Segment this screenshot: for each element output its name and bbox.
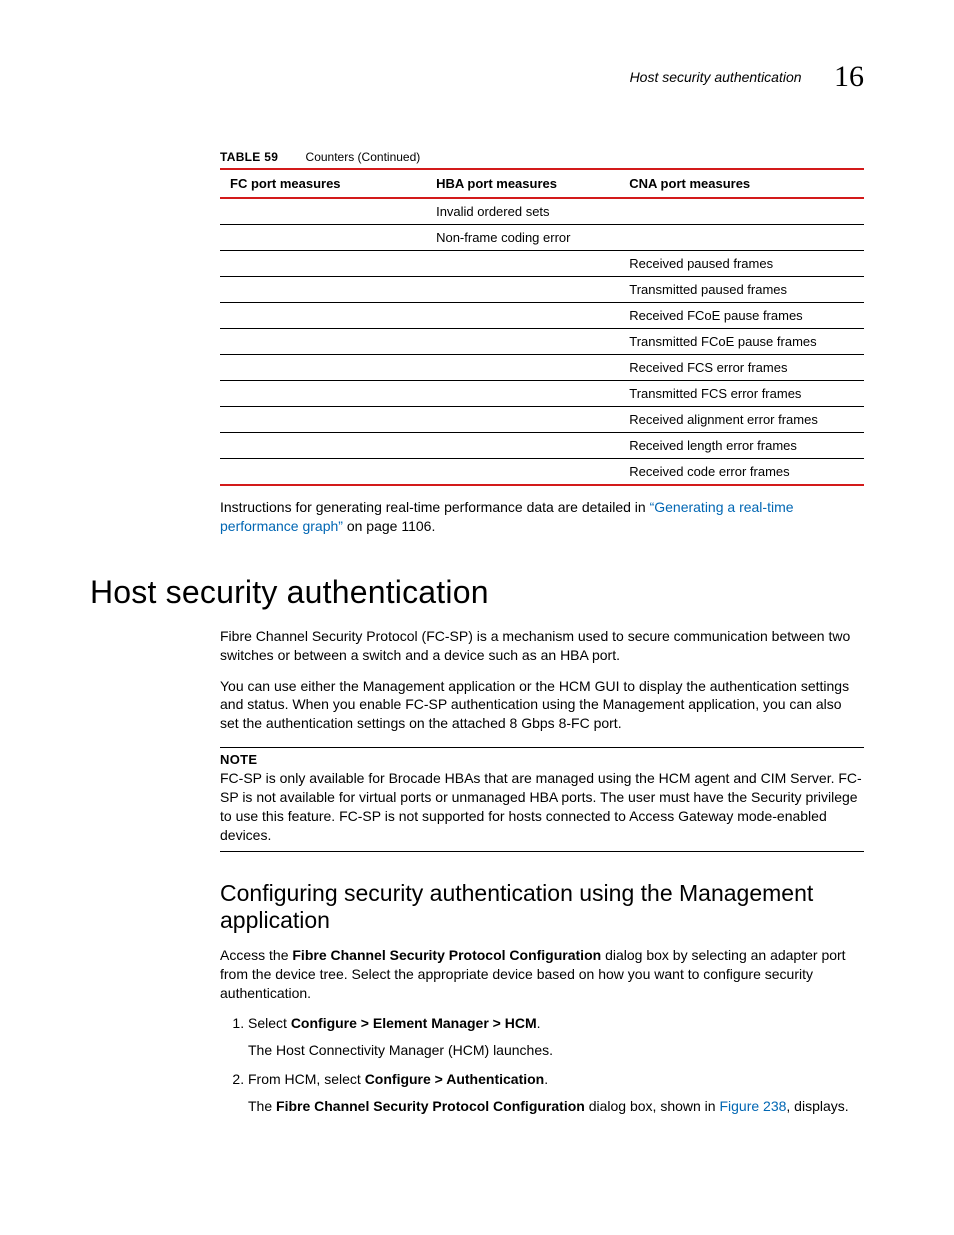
table-body: Invalid ordered setsNon-frame coding err…	[220, 198, 864, 485]
counters-table: FC port measures HBA port measures CNA p…	[220, 168, 864, 486]
table-row: Transmitted paused frames	[220, 277, 864, 303]
table-row: Received FCoE pause frames	[220, 303, 864, 329]
note-block: NOTE FC-SP is only available for Brocade…	[220, 747, 864, 852]
table-cell: Transmitted FCS error frames	[619, 381, 864, 407]
step1-post: .	[537, 1015, 541, 1031]
step2-sub: The Fibre Channel Security Protocol Conf…	[248, 1097, 864, 1116]
table-cell	[220, 303, 426, 329]
step2-post: .	[544, 1071, 548, 1087]
table-cell	[426, 329, 619, 355]
step1-pre: Select	[248, 1015, 291, 1031]
table-cell	[220, 277, 426, 303]
table-cell: Received length error frames	[619, 433, 864, 459]
table-header-row: FC port measures HBA port measures CNA p…	[220, 169, 864, 198]
table-row: Received paused frames	[220, 251, 864, 277]
table-cell	[426, 355, 619, 381]
table-cell	[220, 198, 426, 225]
table-cell	[220, 407, 426, 433]
table-row: Transmitted FCoE pause frames	[220, 329, 864, 355]
running-header: Host security authentication 16	[90, 60, 864, 94]
step-1: Select Configure > Element Manager > HCM…	[248, 1014, 864, 1060]
table-row: Received alignment error frames	[220, 407, 864, 433]
table-row: Received code error frames	[220, 459, 864, 486]
step2-sub-bold: Fibre Channel Security Protocol Configur…	[276, 1098, 585, 1114]
subsection-intro: Access the Fibre Channel Security Protoc…	[220, 946, 864, 1003]
table-row: Received length error frames	[220, 433, 864, 459]
table-caption-title: Counters (Continued)	[306, 150, 421, 164]
table-row: Invalid ordered sets	[220, 198, 864, 225]
table-cell	[220, 433, 426, 459]
table-cell: Received alignment error frames	[619, 407, 864, 433]
table-cell	[220, 355, 426, 381]
table-cell	[619, 198, 864, 225]
table-cell: Transmitted FCoE pause frames	[619, 329, 864, 355]
table-cell	[426, 433, 619, 459]
table-cell: Received FCS error frames	[619, 355, 864, 381]
step1-bold: Configure > Element Manager > HCM	[291, 1015, 537, 1031]
table-cell	[220, 329, 426, 355]
table-cell	[426, 251, 619, 277]
table-caption: TABLE 59 Counters (Continued)	[220, 150, 864, 164]
table-caption-label: TABLE 59	[220, 150, 278, 164]
step1-sub: The Host Connectivity Manager (HCM) laun…	[248, 1041, 864, 1060]
table-cell	[220, 251, 426, 277]
table-cell: Received FCoE pause frames	[619, 303, 864, 329]
step2-sub-pre: The	[248, 1098, 276, 1114]
table-cell	[426, 381, 619, 407]
post-table-lead: Instructions for generating real-time pe…	[220, 499, 650, 515]
section-p1: Fibre Channel Security Protocol (FC-SP) …	[220, 627, 864, 665]
table-cell	[619, 225, 864, 251]
table-row: Non-frame coding error	[220, 225, 864, 251]
chapter-number: 16	[834, 60, 864, 93]
table-cell: Invalid ordered sets	[426, 198, 619, 225]
table-row: Transmitted FCS error frames	[220, 381, 864, 407]
steps-list: Select Configure > Element Manager > HCM…	[220, 1014, 864, 1116]
col-header-cna: CNA port measures	[619, 169, 864, 198]
section-p2: You can use either the Management applic…	[220, 677, 864, 734]
table-cell	[426, 459, 619, 486]
post-table-paragraph: Instructions for generating real-time pe…	[220, 498, 864, 536]
intro-pre: Access the	[220, 947, 292, 963]
table-cell: Received code error frames	[619, 459, 864, 486]
figure-238-link[interactable]: Figure 238	[719, 1098, 786, 1114]
table-cell: Received paused frames	[619, 251, 864, 277]
table-cell	[426, 277, 619, 303]
table-row: Received FCS error frames	[220, 355, 864, 381]
subsection-heading: Configuring security authentication usin…	[220, 880, 864, 934]
step2-bold: Configure > Authentication	[365, 1071, 545, 1087]
running-header-title: Host security authentication	[630, 69, 802, 85]
step2-sub-post: , displays.	[786, 1098, 848, 1114]
note-label: NOTE	[220, 752, 864, 767]
step-2: From HCM, select Configure > Authenticat…	[248, 1070, 864, 1116]
post-table-trail: on page 1106.	[343, 518, 435, 534]
table-cell: Transmitted paused frames	[619, 277, 864, 303]
table-cell	[426, 407, 619, 433]
table-cell	[220, 459, 426, 486]
table-cell	[220, 381, 426, 407]
intro-bold: Fibre Channel Security Protocol Configur…	[292, 947, 601, 963]
section-heading: Host security authentication	[90, 574, 864, 611]
col-header-hba: HBA port measures	[426, 169, 619, 198]
table-cell: Non-frame coding error	[426, 225, 619, 251]
table-cell	[426, 303, 619, 329]
col-header-fc: FC port measures	[220, 169, 426, 198]
step2-sub-mid: dialog box, shown in	[585, 1098, 720, 1114]
note-body: FC-SP is only available for Brocade HBAs…	[220, 769, 864, 845]
step2-pre: From HCM, select	[248, 1071, 365, 1087]
table-cell	[220, 225, 426, 251]
